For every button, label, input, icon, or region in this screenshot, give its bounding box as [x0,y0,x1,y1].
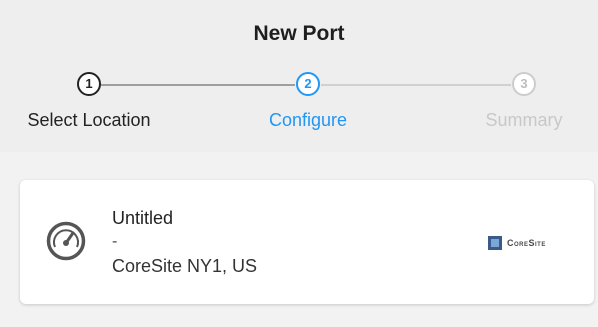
step-1-circle[interactable]: 1 [77,72,101,96]
step-1-label[interactable]: Select Location [27,110,150,131]
port-card[interactable]: Untitled - CoreSite NY1, US CoreSite [20,180,594,304]
step-3-circle: 3 [512,72,536,96]
coresite-logo: CoreSite [488,236,546,250]
page-title: New Port [253,22,345,45]
step-2-circle[interactable]: 2 [296,72,320,96]
coresite-logo-icon [488,236,502,250]
step-2-label[interactable]: Configure [269,110,347,131]
stepper-connector-1-2 [101,84,295,86]
port-separator: - [112,233,118,250]
wizard-header: New Port 1 Select Location 2 Configure 3… [0,0,598,152]
step-3-label: Summary [485,110,563,130]
port-name: Untitled [112,208,174,228]
stepper-connector-2-3 [321,84,511,86]
coresite-logo-text: CoreSite [507,238,546,248]
port-location: CoreSite NY1, US [112,256,258,276]
speedometer-icon [46,221,86,261]
